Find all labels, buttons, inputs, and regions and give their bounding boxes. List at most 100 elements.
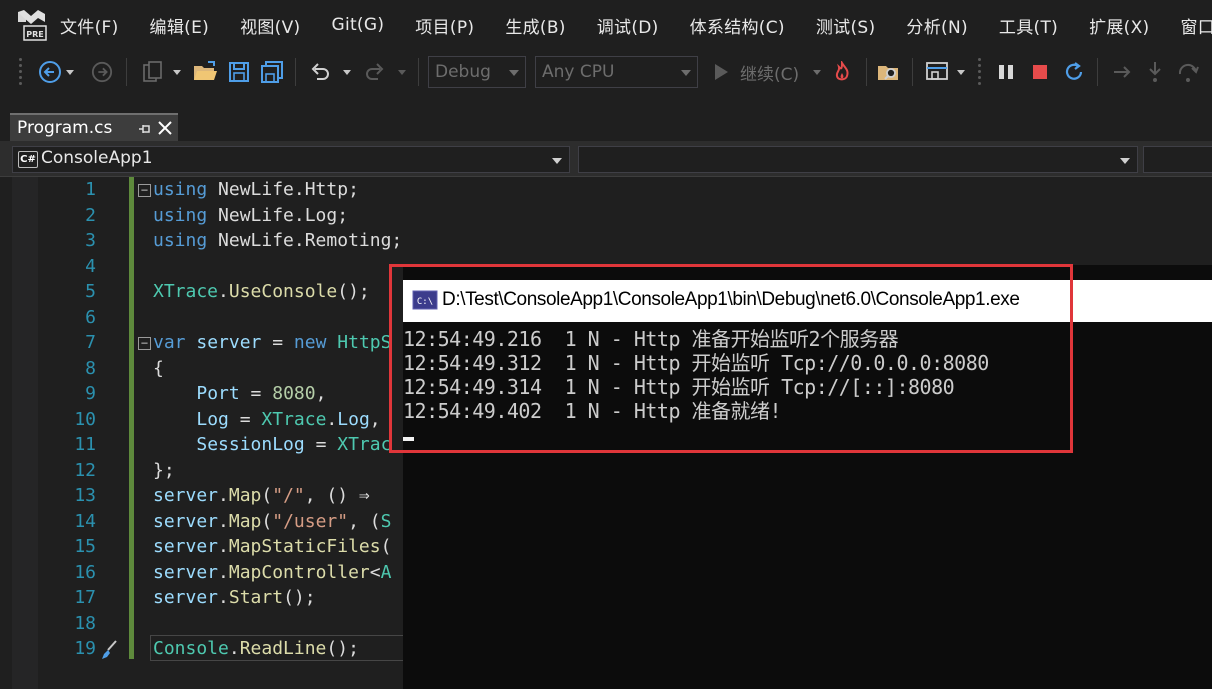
stop-icon[interactable] bbox=[1025, 56, 1055, 88]
line-number: 16 bbox=[74, 562, 96, 583]
code-line: Port = 8080, bbox=[196, 383, 327, 404]
code-line: XTrace.UseConsole(); bbox=[153, 281, 370, 302]
collapse-toggle[interactable]: − bbox=[138, 184, 151, 197]
hot-reload-flame-icon[interactable] bbox=[829, 56, 855, 88]
menu-file[interactable]: 文件(F) bbox=[60, 13, 119, 38]
code-line: server.MapController<A bbox=[153, 562, 392, 583]
menu-debug[interactable]: 调试(D) bbox=[597, 13, 659, 38]
new-project-icon[interactable] bbox=[137, 56, 169, 88]
code-line: using NewLife.Remoting; bbox=[153, 230, 403, 251]
member-select[interactable] bbox=[1143, 146, 1212, 173]
project-select[interactable]: C# ConsoleApp1 bbox=[12, 146, 570, 173]
line-number: 10 bbox=[74, 409, 96, 430]
code-line: SessionLog = XTrac bbox=[196, 434, 392, 455]
menu-architecture[interactable]: 体系结构(C) bbox=[690, 13, 785, 38]
code-line: server.Map("/user", (S bbox=[153, 511, 392, 532]
menu-window[interactable]: 窗口 bbox=[1180, 13, 1212, 38]
restart-icon[interactable] bbox=[1059, 56, 1089, 88]
step-over-icon[interactable] bbox=[1173, 56, 1203, 88]
pin-icon[interactable] bbox=[138, 121, 152, 140]
chevron-down-icon[interactable] bbox=[955, 56, 967, 88]
save-all-icon[interactable] bbox=[257, 56, 287, 88]
toolbar: Debug Any CPU 继续(C) bbox=[0, 50, 1212, 95]
chevron-down-icon[interactable] bbox=[395, 56, 409, 88]
code-line: Log = XTrace.Log, bbox=[196, 409, 381, 430]
menu-extensions[interactable]: 扩展(X) bbox=[1089, 13, 1149, 38]
toolbar-separator bbox=[295, 58, 296, 86]
line-number: 19 bbox=[74, 638, 96, 659]
toolbar-separator bbox=[912, 58, 913, 86]
line-number: 6 bbox=[85, 307, 96, 328]
toolbar-grip[interactable] bbox=[19, 58, 23, 86]
toolbar-separator bbox=[418, 58, 419, 86]
line-number: 13 bbox=[74, 485, 96, 506]
tab-label: Program.cs bbox=[17, 118, 113, 138]
open-folder-icon[interactable] bbox=[190, 56, 220, 88]
line-number: 14 bbox=[74, 511, 96, 532]
csharp-project-icon: C# bbox=[18, 151, 38, 168]
line-number: 8 bbox=[85, 358, 96, 379]
code-line: using NewLife.Log; bbox=[153, 205, 349, 226]
undo-icon[interactable] bbox=[305, 56, 335, 88]
code-cleanup-brush-icon[interactable] bbox=[98, 639, 120, 666]
configuration-select[interactable]: Debug bbox=[428, 56, 526, 88]
find-in-files-icon[interactable] bbox=[874, 56, 904, 88]
continue-label: 继续(C) bbox=[740, 64, 800, 85]
pause-icon[interactable] bbox=[991, 56, 1021, 88]
menu-project[interactable]: 项目(P) bbox=[415, 13, 474, 38]
type-select[interactable] bbox=[578, 146, 1138, 173]
menu-analyze[interactable]: 分析(N) bbox=[906, 13, 967, 38]
line-number: 9 bbox=[85, 383, 96, 404]
toolbar-separator bbox=[1097, 58, 1098, 86]
code-line: using NewLife.Http; bbox=[153, 179, 359, 200]
line-number: 18 bbox=[74, 613, 96, 634]
document-tab-strip: Program.cs bbox=[0, 95, 1212, 141]
save-icon[interactable] bbox=[224, 56, 254, 88]
line-number: 3 bbox=[85, 230, 96, 251]
editor-margin bbox=[12, 177, 38, 689]
line-number: 11 bbox=[74, 434, 96, 455]
menu-edit[interactable]: 编辑(E) bbox=[150, 13, 210, 38]
menu-tools[interactable]: 工具(T) bbox=[999, 13, 1058, 38]
line-number: 2 bbox=[85, 205, 96, 226]
menu-git[interactable]: Git(G) bbox=[331, 15, 384, 35]
close-icon[interactable] bbox=[156, 119, 174, 141]
menu-build[interactable]: 生成(B) bbox=[505, 13, 565, 38]
line-number: 15 bbox=[74, 536, 96, 557]
line-number: 7 bbox=[85, 332, 96, 353]
menu-test[interactable]: 测试(S) bbox=[816, 13, 876, 38]
redo-icon[interactable] bbox=[360, 56, 390, 88]
current-line-highlight bbox=[150, 635, 410, 661]
application-insights-icon[interactable] bbox=[921, 56, 953, 88]
code-line: server.Map("/", () ⇒ bbox=[153, 485, 370, 506]
annotation-highlight-box bbox=[389, 264, 1073, 453]
code-line: var server = new HttpS bbox=[153, 332, 392, 353]
chevron-down-icon[interactable] bbox=[810, 56, 824, 88]
collapse-toggle[interactable]: − bbox=[138, 337, 151, 350]
tab-program-cs[interactable]: Program.cs bbox=[10, 113, 178, 141]
platform-select[interactable]: Any CPU bbox=[535, 56, 698, 88]
navigation-bar: C# ConsoleApp1 bbox=[0, 141, 1212, 177]
code-line: server.Start(); bbox=[153, 587, 316, 608]
change-tracking-bar bbox=[129, 177, 134, 659]
chevron-down-icon[interactable] bbox=[170, 56, 184, 88]
visual-studio-logo-icon[interactable]: PRE bbox=[14, 8, 50, 42]
line-number: 4 bbox=[85, 256, 96, 277]
chevron-down-icon[interactable] bbox=[340, 56, 354, 88]
platform-value: Any CPU bbox=[542, 62, 615, 82]
navigate-back-icon[interactable] bbox=[36, 56, 64, 88]
code-line: server.MapStaticFiles( bbox=[153, 536, 392, 557]
continue-button[interactable]: 继续(C) bbox=[712, 56, 822, 88]
chevron-down-icon[interactable] bbox=[64, 56, 76, 88]
navigate-forward-icon[interactable] bbox=[88, 56, 116, 88]
toolbar-separator bbox=[126, 58, 127, 86]
code-line: { bbox=[153, 358, 164, 379]
show-next-statement-icon[interactable] bbox=[1107, 56, 1137, 88]
line-number: 5 bbox=[85, 281, 96, 302]
pre-badge: PRE bbox=[26, 30, 44, 39]
step-into-icon[interactable] bbox=[1140, 56, 1170, 88]
line-number: 12 bbox=[74, 460, 96, 481]
toolbar-separator bbox=[866, 58, 867, 86]
toolbar-grip[interactable] bbox=[978, 58, 982, 86]
menu-view[interactable]: 视图(V) bbox=[240, 13, 300, 38]
